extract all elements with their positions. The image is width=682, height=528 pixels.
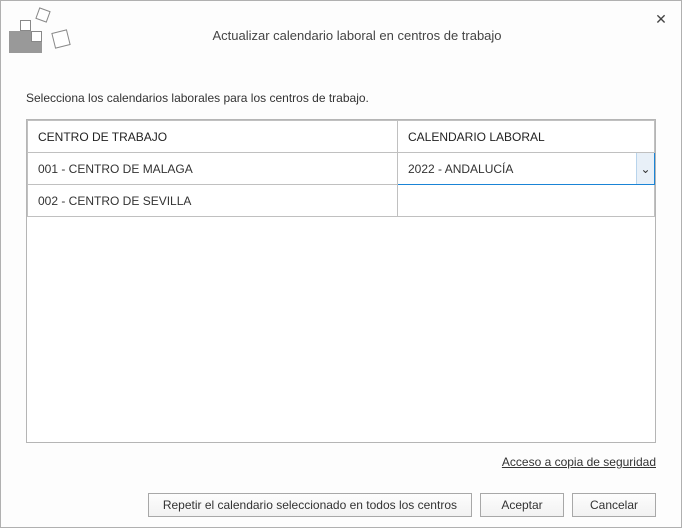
title-bar: Actualizar calendario laboral en centros… (1, 1, 681, 65)
table-row: 002 - CENTRO DE SEVILLA (28, 185, 655, 217)
calendario-dropdown: 2021 - ANDALUCÍA2022 - ANDALUCÍA2022 - A… (398, 184, 655, 185)
cell-centro[interactable]: 002 - CENTRO DE SEVILLA (28, 185, 398, 217)
cancel-button[interactable]: Cancelar (572, 493, 656, 517)
repeat-button[interactable]: Repetir el calendario seleccionado en to… (148, 493, 472, 517)
cell-calendario[interactable] (398, 185, 655, 217)
chevron-down-icon[interactable]: ⌄ (636, 153, 654, 184)
table-row: 001 - CENTRO DE MALAGA 2022 - ANDALUCÍA … (28, 153, 655, 185)
header-centro: CENTRO DE TRABAJO (28, 121, 398, 153)
close-icon: ✕ (655, 11, 667, 28)
button-row: Repetir el calendario seleccionado en to… (26, 493, 656, 517)
select-value: 2022 - ANDALUCÍA (408, 162, 513, 176)
close-button[interactable]: ✕ (651, 9, 671, 29)
dialog-title: Actualizar calendario laboral en centros… (61, 24, 653, 43)
cell-calendario-select[interactable]: 2022 - ANDALUCÍA ⌄ 2021 - ANDALUCÍA2022 … (398, 153, 655, 185)
header-calendario: CALENDARIO LABORAL (398, 121, 655, 153)
accept-button[interactable]: Aceptar (480, 493, 564, 517)
backup-link[interactable]: Acceso a copia de seguridad (502, 455, 656, 469)
instruction-text: Selecciona los calendarios laborales par… (26, 91, 656, 105)
cell-centro[interactable]: 001 - CENTRO DE MALAGA (28, 153, 398, 185)
centros-table: CENTRO DE TRABAJO CALENDARIO LABORAL 001… (26, 119, 656, 443)
